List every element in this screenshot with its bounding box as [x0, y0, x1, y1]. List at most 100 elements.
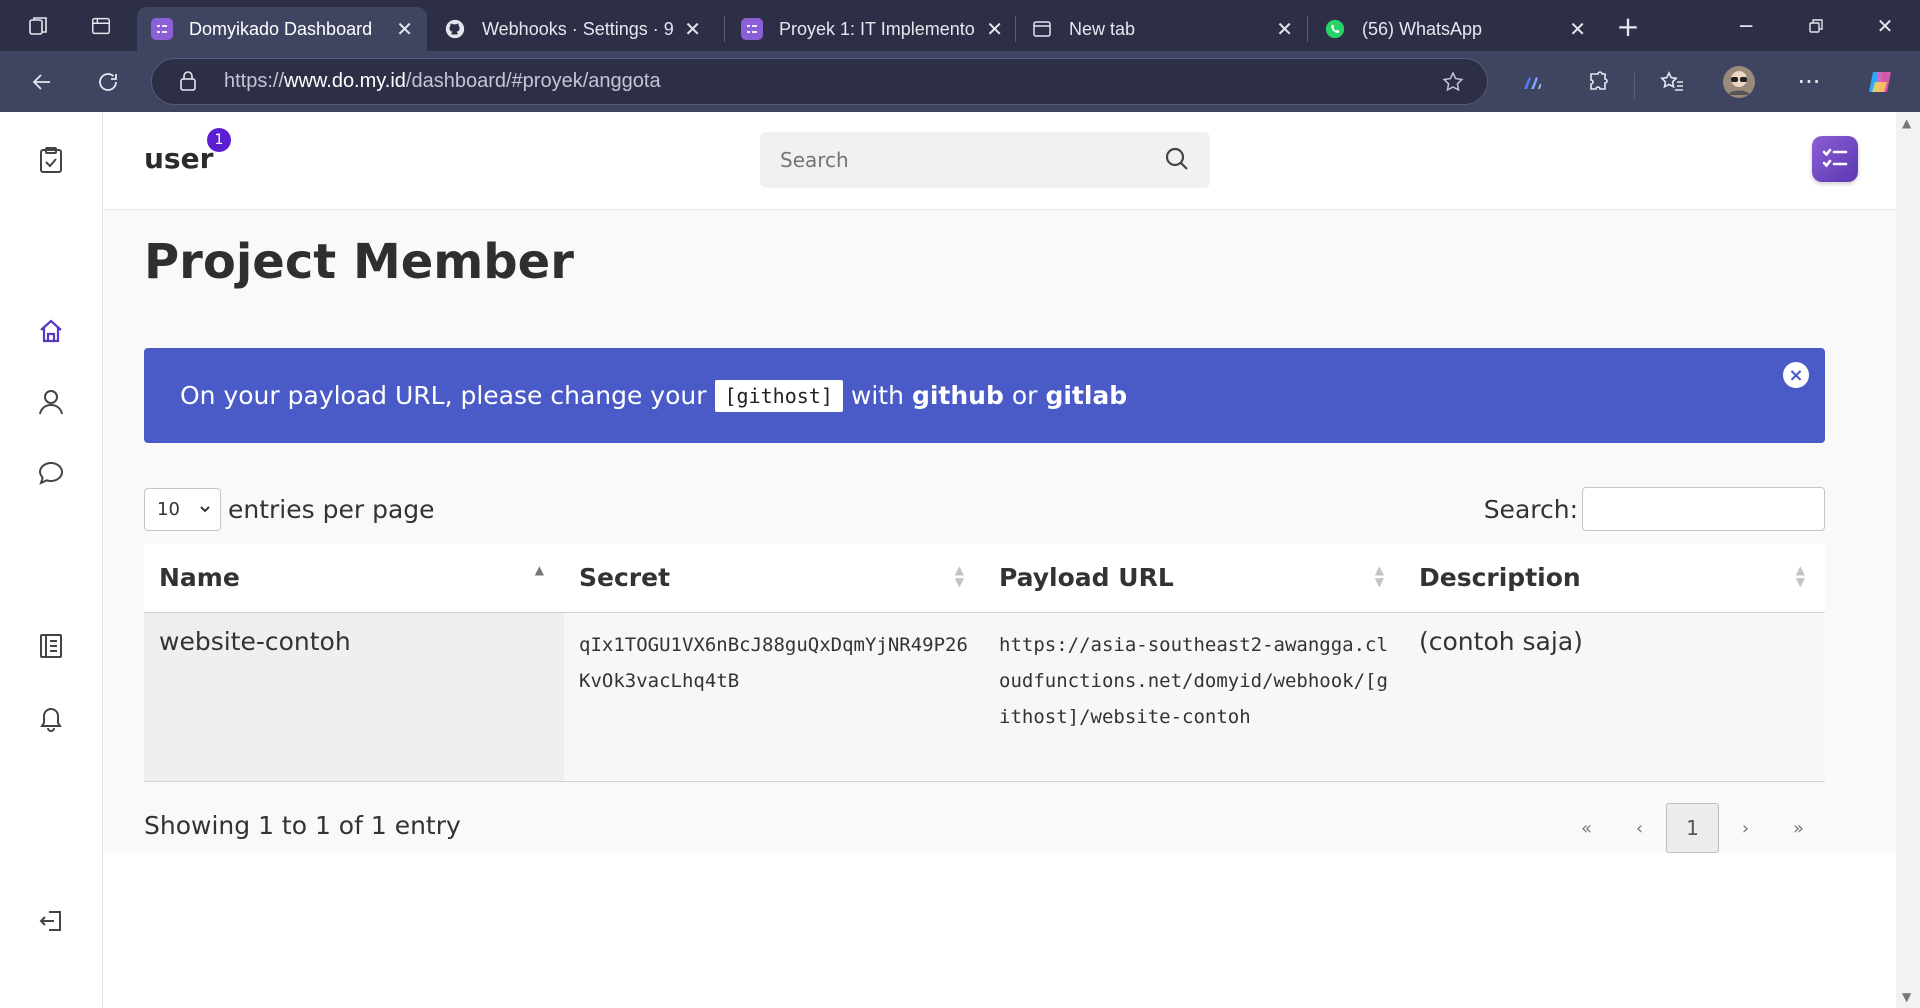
per-page-label: entries per page	[228, 494, 435, 524]
tab-proyek-1[interactable]: Proyek 1: IT Implementor ✕	[727, 7, 1017, 51]
more-options-icon[interactable]: ···	[1789, 63, 1829, 101]
column-label: Description	[1419, 563, 1581, 593]
whatsapp-icon	[1324, 18, 1346, 40]
cell-description: (contoh saja)	[1404, 612, 1825, 782]
domyikado-icon	[741, 18, 763, 40]
table-search-label: Search:	[1483, 494, 1578, 524]
cell-payload-url: https://asia-southeast2-awangga.cloudfun…	[984, 612, 1404, 782]
close-icon[interactable]: ✕	[1276, 17, 1293, 42]
close-icon[interactable]: ✕	[684, 17, 701, 42]
tab-title: Webhooks · Settings · 911	[482, 18, 675, 39]
user-icon[interactable]	[31, 382, 71, 422]
page-next[interactable]: ›	[1719, 803, 1772, 853]
bell-icon[interactable]	[31, 698, 71, 738]
tab-domyikado-dashboard[interactable]: Domyikado Dashboard ✕	[137, 7, 427, 51]
tab-title: Proyek 1: IT Implementor	[779, 18, 977, 39]
alert-code: [githost]	[714, 379, 843, 412]
browser-tab-bar: Domyikado Dashboard ✕ Webhooks · Setting…	[0, 0, 1920, 51]
page-current[interactable]: 1	[1666, 803, 1719, 853]
back-icon[interactable]	[22, 63, 62, 101]
info-alert: On your payload URL, please change your …	[144, 348, 1825, 443]
tab-new-tab[interactable]: New tab ✕	[1017, 7, 1307, 51]
book-icon[interactable]	[31, 626, 71, 666]
url-text: https://www.do.my.id/dashboard/#proyek/a…	[224, 70, 661, 93]
page-viewport: user 1 Project Member On your payload UR…	[0, 112, 1920, 1008]
close-icon[interactable]: ×	[1783, 362, 1809, 388]
table-footer: Showing 1 to 1 of 1 entry « ‹ 1 › »	[144, 803, 1825, 853]
search-input[interactable]	[780, 148, 1140, 172]
brand-user[interactable]: user	[144, 142, 213, 175]
search-icon[interactable]	[1164, 146, 1190, 176]
logout-icon[interactable]	[31, 901, 71, 941]
close-icon[interactable]: ✕	[396, 17, 413, 42]
table-info: Showing 1 to 1 of 1 entry	[144, 811, 461, 840]
alert-text-with: with	[850, 381, 904, 410]
alert-text-or: or	[1011, 381, 1038, 410]
main-content: Project Member On your payload URL, plea…	[103, 210, 1896, 853]
toolbar-divider	[1634, 73, 1635, 99]
column-header-description[interactable]: Description ▲ ▼	[1404, 544, 1825, 613]
chevron-down-icon	[198, 500, 212, 521]
cell-secret: qIx1TOGU1VX6nBcJ88guQxDqmYjNR49P26KvOk3v…	[564, 612, 984, 782]
cell-name: website-contoh	[144, 612, 564, 782]
scroll-down-icon[interactable]: ▼	[1902, 990, 1911, 1004]
chat-bubble-icon[interactable]	[31, 453, 71, 493]
column-header-secret[interactable]: Secret ▲ ▼	[564, 544, 984, 613]
sort-icon: ▲ ▼	[1795, 563, 1805, 589]
refresh-icon[interactable]	[88, 63, 128, 101]
page-last[interactable]: »	[1772, 803, 1825, 853]
tab-title: (56) WhatsApp	[1362, 18, 1483, 39]
tab-title: Domyikado Dashboard	[189, 18, 373, 39]
url-bar[interactable]: https://www.do.my.id/dashboard/#proyek/a…	[151, 58, 1488, 105]
extensions-puzzle-icon[interactable]	[1578, 63, 1618, 101]
workspaces-icon[interactable]	[22, 9, 56, 43]
tab-separator	[1015, 16, 1016, 42]
window-close-icon[interactable]: ✕	[1865, 8, 1905, 44]
tab-separator	[724, 16, 725, 42]
page-prev[interactable]: ‹	[1613, 803, 1666, 853]
table-row: website-contoh qIx1TOGU1VX6nBcJ88guQxDqm…	[144, 612, 1825, 782]
close-icon[interactable]: ✕	[1569, 17, 1586, 42]
table-header-row: Name ▲ ▼ Secret ▲ ▼ Payload URL ▲ ▼ Descriptio…	[144, 544, 1825, 613]
profile-avatar-icon[interactable]	[1719, 63, 1759, 101]
sort-icon: ▲ ▼	[954, 563, 964, 589]
entries-per-page-select[interactable]: 10	[144, 487, 221, 531]
search-box	[760, 132, 1210, 188]
notification-badge: 1	[207, 128, 231, 152]
clipboard-check-icon[interactable]	[31, 140, 71, 180]
sort-icon: ▲ ▼	[1374, 563, 1384, 589]
tab-whatsapp[interactable]: (56) WhatsApp ✕	[1310, 7, 1600, 51]
app-avatar[interactable]	[1812, 136, 1858, 182]
page-first[interactable]: «	[1560, 803, 1613, 853]
restore-icon[interactable]	[1796, 8, 1836, 44]
tab-actions-icon[interactable]	[84, 9, 118, 43]
favorites-icon[interactable]	[1652, 63, 1692, 101]
top-navbar: user 1	[103, 112, 1896, 210]
column-header-payload-url[interactable]: Payload URL ▲ ▼	[984, 544, 1404, 613]
alert-text: On your payload URL, please change your	[180, 381, 707, 410]
pagination: « ‹ 1 › »	[1560, 803, 1825, 853]
tab-separator	[1307, 16, 1308, 42]
alert-option-github: github	[911, 381, 1004, 410]
column-header-name[interactable]: Name ▲ ▼	[144, 544, 564, 613]
page-scrollbar[interactable]: ▲ ▼	[1896, 112, 1920, 1008]
home-icon[interactable]	[31, 311, 71, 351]
favorite-star-icon[interactable]	[1441, 70, 1465, 98]
table-controls: 10 entries per page Search:	[144, 487, 1825, 531]
new-tab-plus-icon[interactable]: +	[1608, 8, 1648, 44]
domyikado-icon	[151, 18, 173, 40]
tab-webhooks-settings[interactable]: Webhooks · Settings · 911 ✕	[430, 7, 715, 51]
close-icon[interactable]: ✕	[986, 17, 1003, 42]
copilot-icon[interactable]	[1860, 63, 1900, 101]
tab-title: New tab	[1069, 18, 1136, 39]
minimize-icon[interactable]: ─	[1726, 8, 1766, 44]
column-label: Payload URL	[999, 563, 1174, 593]
column-label: Name	[159, 563, 240, 593]
scroll-up-icon[interactable]: ▲	[1902, 116, 1911, 130]
extension-icon[interactable]	[1512, 63, 1552, 101]
lock-icon[interactable]	[178, 70, 198, 96]
url-host: www.do.my.id	[284, 70, 406, 92]
table-search-input[interactable]	[1582, 487, 1825, 531]
sidebar	[0, 112, 103, 1008]
alert-option-gitlab: gitlab	[1045, 381, 1128, 410]
